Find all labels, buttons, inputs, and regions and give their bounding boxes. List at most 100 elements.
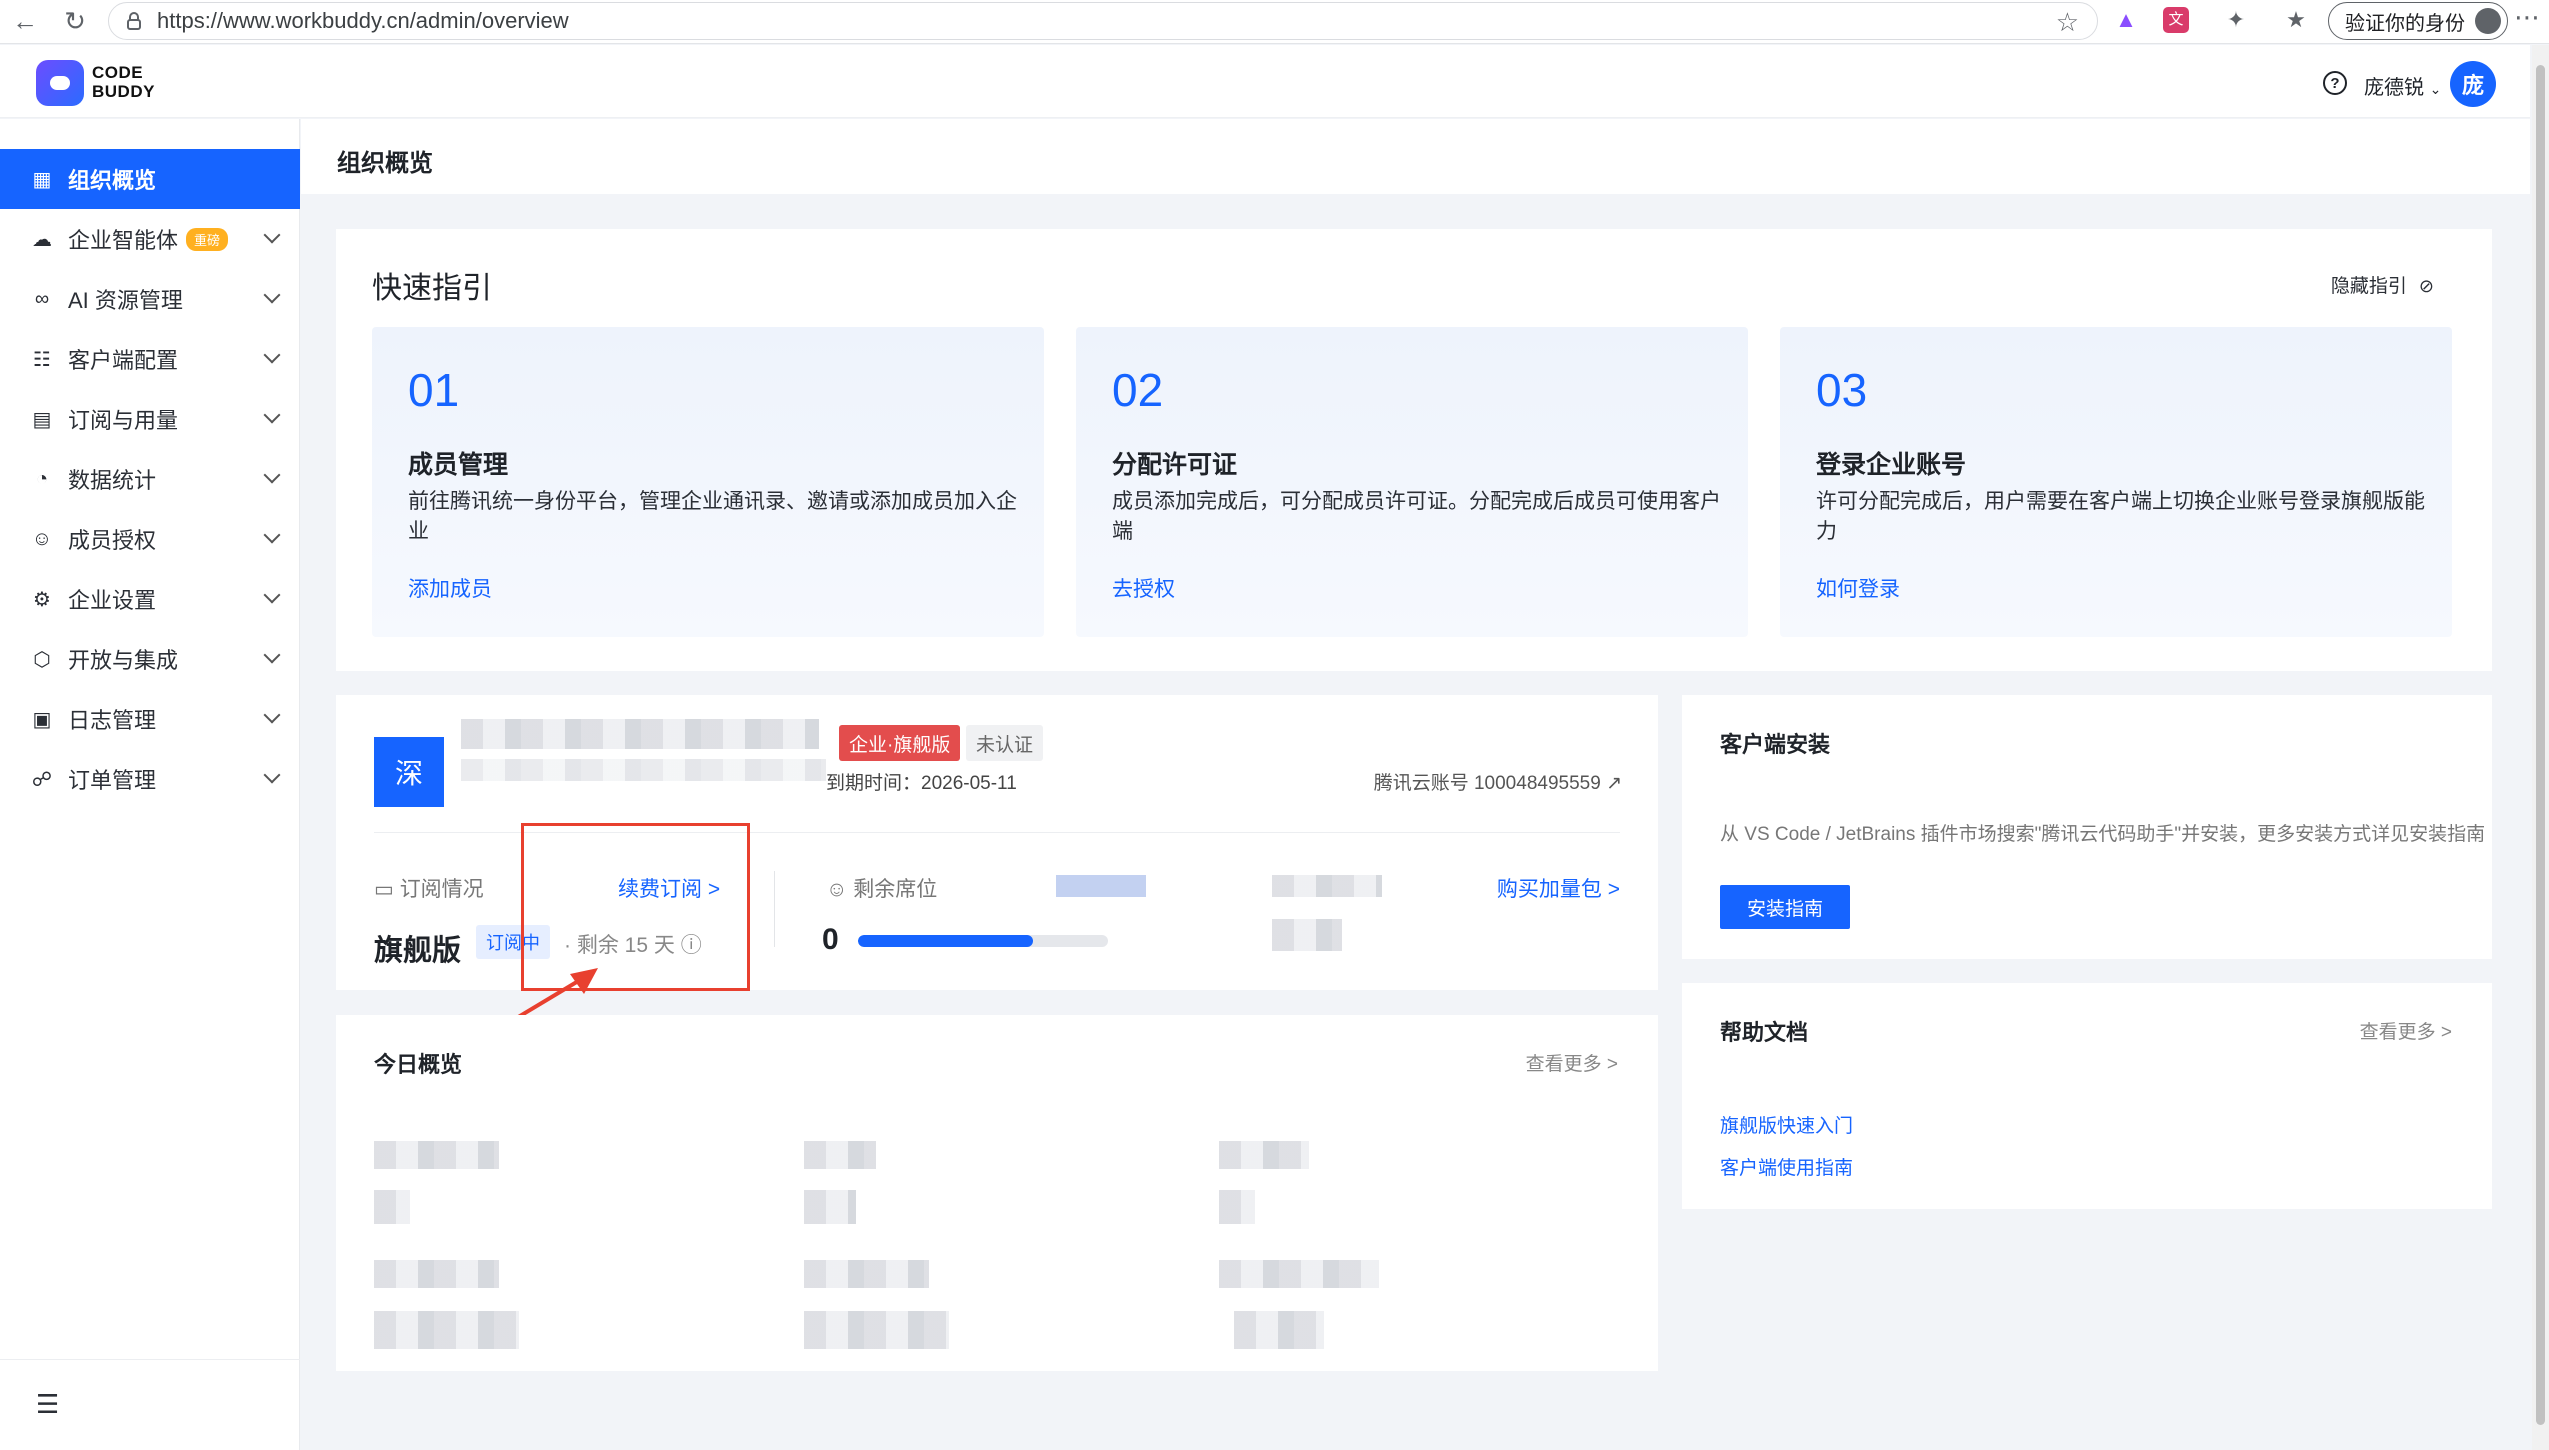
user-icon: ☺: [826, 878, 848, 901]
lock-icon: [127, 12, 141, 30]
today-title: 今日概览: [374, 1052, 463, 1077]
subscription-label: ▭ 订阅情况: [374, 873, 484, 903]
apps-icon: ☷: [33, 348, 51, 371]
scrollbar-thumb[interactable]: [2536, 65, 2545, 1425]
puzzle-extensions-icon[interactable]: ✦: [2220, 4, 2252, 36]
sidebar-item-orders[interactable]: ☍ 订单管理: [0, 749, 300, 809]
authorize-link[interactable]: 去授权: [1112, 573, 1175, 603]
help-docs-card: 帮助文档 查看更多 > 旗舰版快速入门 客户端使用指南: [1682, 983, 2492, 1209]
redacted-org-id: [461, 759, 826, 781]
pie-chart-icon: ◔: [35, 467, 49, 490]
sidebar-item-logs[interactable]: ▣ 日志管理: [0, 689, 300, 749]
user-name: 庞德锐: [2364, 77, 2424, 99]
user-avatar[interactable]: 庞: [2450, 61, 2496, 107]
bookmark-star-icon[interactable]: ☆: [2056, 7, 2079, 38]
eye-off-icon: ⊘: [2418, 276, 2434, 296]
seat-progress-bar: [858, 935, 1108, 947]
edition-tag: 企业·旗舰版: [839, 725, 961, 761]
sidebar-item-integration[interactable]: ⬡ 开放与集成: [0, 629, 300, 689]
how-to-login-link[interactable]: 如何登录: [1816, 573, 1900, 603]
favorites-icon[interactable]: ★: [2280, 4, 2312, 36]
sidebar-item-ai-resources[interactable]: ∞ AI 资源管理: [0, 269, 300, 329]
identity-label: 验证你的身份: [2345, 12, 2465, 35]
sidebar-item-label: 成员授权: [68, 528, 157, 553]
user-menu[interactable]: 庞德锐 ⌄: [2364, 71, 2441, 100]
hide-guide-button[interactable]: 隐藏指引 ⊘: [2331, 271, 2434, 298]
seat-progress-fill: [858, 935, 1033, 947]
app-header: CODE BUDDY ? 庞德锐 ⌄ 庞: [0, 45, 2530, 118]
chevron-down-icon: [263, 586, 281, 604]
sidebar-item-statistics[interactable]: ◔ 数据统计: [0, 449, 300, 509]
doc-link-quickstart[interactable]: 旗舰版快速入门: [1720, 1111, 1853, 1138]
external-link-icon: ↗: [1606, 773, 1622, 794]
sidebar-item-label: 企业智能体: [68, 228, 179, 253]
guide-title: 快速指引: [372, 272, 492, 305]
chevron-down-icon: [263, 766, 281, 784]
doc-link-client-guide[interactable]: 客户端使用指南: [1720, 1153, 1853, 1180]
hide-guide-label: 隐藏指引: [2330, 276, 2407, 297]
chevron-down-icon: [263, 646, 281, 664]
back-arrow-icon[interactable]: ←: [8, 4, 42, 38]
sidebar-item-enterprise-settings[interactable]: ⚙ 企业设置: [0, 569, 300, 629]
redacted-metric-value: [804, 1190, 856, 1224]
vertical-divider: [774, 871, 775, 947]
calendar-icon: ▣: [32, 708, 52, 731]
step-title: 分配许可证: [1112, 451, 1238, 479]
help-icon[interactable]: ?: [2323, 71, 2347, 95]
user-icon: ☺: [31, 527, 53, 550]
sidebar-item-label: 开放与集成: [68, 648, 179, 673]
chevron-down-icon: [263, 346, 281, 364]
step-number: 03: [1816, 364, 1868, 416]
redacted-metric-value: [804, 1311, 949, 1349]
guide-step-1: 01 成员管理 前往腾讯统一身份平台，管理企业通讯录、邀请或添加成员加入企业 添…: [372, 327, 1044, 637]
codebuddy-logo[interactable]: [36, 60, 84, 106]
help-more-link[interactable]: 查看更多 >: [2360, 1017, 2452, 1044]
chevron-down-icon: [263, 226, 281, 244]
sidebar-item-member-auth[interactable]: ☺ 成员授权: [0, 509, 300, 569]
browser-toolbar: ← ↻ https://www.workbuddy.cn/admin/overv…: [0, 0, 2549, 44]
collapse-sidebar-icon[interactable]: ☰: [36, 1389, 59, 1420]
url-text: https://www.workbuddy.cn/admin/overview: [157, 8, 569, 33]
sidebar: ▦ 组织概览 ☁ 企业智能体 重磅 ∞ AI 资源管理 ☷ 客户端配置 ▤ 订阅…: [0, 119, 300, 1450]
redacted-metric-value: [374, 1190, 410, 1224]
address-bar[interactable]: https://www.workbuddy.cn/admin/overview …: [108, 2, 2098, 40]
settings-icon: ⚙: [33, 588, 51, 611]
chevron-down-icon: [263, 286, 281, 304]
install-title: 客户端安装: [1720, 732, 1831, 757]
chevron-down-icon: ⌄: [2429, 81, 2442, 97]
seat-label: ☺ 剩余席位: [826, 873, 937, 903]
cloud-account[interactable]: 腾讯云账号 100048495559 ↗: [1374, 768, 1622, 795]
seat-value: 0: [822, 923, 839, 956]
step-number: 01: [408, 364, 460, 416]
cloud-account-text: 腾讯云账号 100048495559: [1373, 773, 1601, 794]
guide-step-3: 03 登录企业账号 许可分配完成后，用户需要在客户端上切换企业账号登录旗舰版能力…: [1780, 327, 2452, 637]
install-guide-button[interactable]: 安装指南: [1720, 885, 1850, 929]
chevron-down-icon: [263, 466, 281, 484]
sidebar-item-subscription[interactable]: ▤ 订阅与用量: [0, 389, 300, 449]
more-menu-icon[interactable]: ⋯: [2514, 2, 2540, 33]
redacted-org-name: [461, 719, 819, 749]
identity-verify-button[interactable]: 验证你的身份: [2328, 2, 2508, 40]
verification-tag: 未认证: [966, 725, 1044, 761]
extension-icon[interactable]: ▲: [2110, 4, 2142, 36]
add-member-link[interactable]: 添加成员: [408, 573, 492, 603]
reload-icon[interactable]: ↻: [58, 4, 92, 38]
sidebar-item-enterprise-agent[interactable]: ☁ 企业智能体 重磅: [0, 209, 300, 269]
sidebar-item-overview[interactable]: ▦ 组织概览: [0, 149, 300, 209]
page-scrollbar[interactable]: [2532, 45, 2549, 1450]
logo-text: CODE BUDDY: [92, 63, 155, 101]
sidebar-item-label: 组织概览: [68, 168, 157, 193]
quick-guide-card: 快速指引 隐藏指引 ⊘ 01 成员管理 前往腾讯统一身份平台，管理企业通讯录、邀请…: [336, 229, 2492, 671]
redacted-metric-value: [374, 1311, 519, 1349]
redacted-usage-value: [1272, 919, 1342, 951]
today-more-link[interactable]: 查看更多 >: [1526, 1049, 1618, 1076]
sidebar-item-client-config[interactable]: ☷ 客户端配置: [0, 329, 300, 389]
buy-addon-link[interactable]: 购买加量包 >: [1497, 873, 1620, 903]
step-title: 登录企业账号: [1816, 451, 1967, 479]
subscription-label-text: 订阅情况: [399, 878, 484, 901]
step-description: 前往腾讯统一身份平台，管理企业通讯录、邀请或添加成员加入企业: [408, 490, 1017, 543]
step-description: 成员添加完成后，可分配成员许可证。分配完成后成员可使用客户端: [1112, 490, 1721, 543]
translate-extension-icon[interactable]: 文: [2160, 4, 2192, 36]
chevron-down-icon: [263, 706, 281, 724]
sidebar-item-label: 订单管理: [68, 768, 157, 793]
